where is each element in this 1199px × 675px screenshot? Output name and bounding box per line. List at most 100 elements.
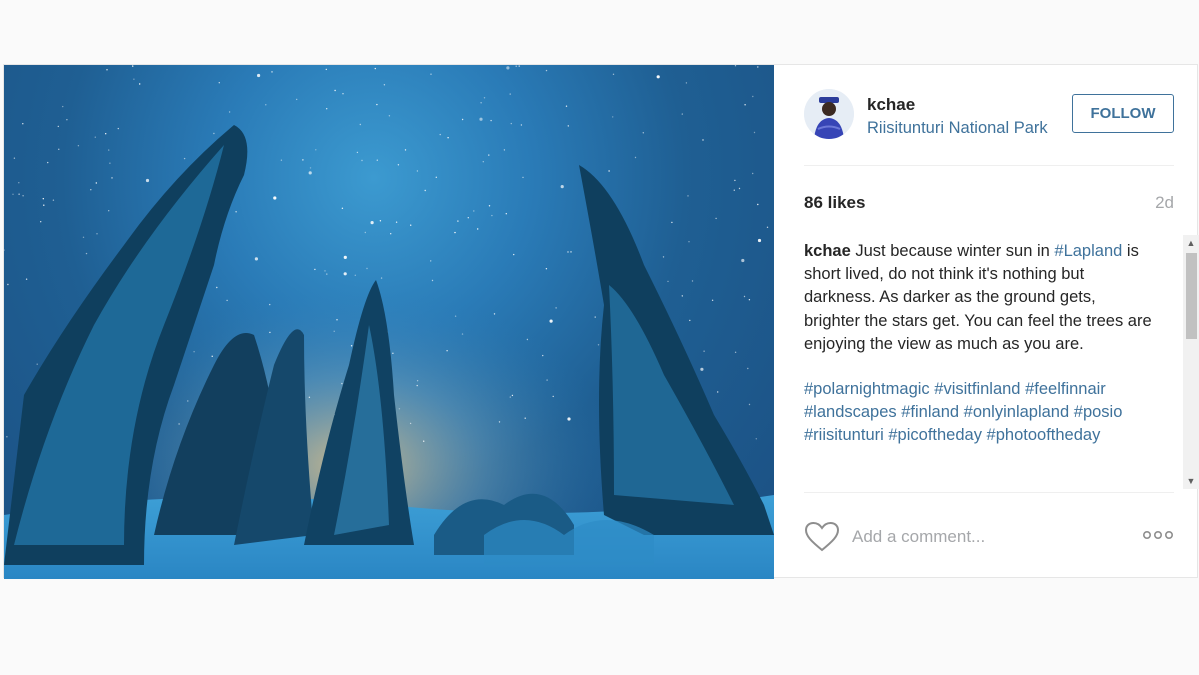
- star: [269, 303, 271, 306]
- star: [542, 354, 544, 357]
- star: [343, 255, 347, 259]
- star: [183, 157, 186, 160]
- post-card: kchae Riisitunturi National Park FOLLOW …: [3, 64, 1199, 579]
- star: [748, 299, 751, 301]
- star: [446, 350, 448, 352]
- hashtag-link[interactable]: #landscapes: [804, 403, 897, 421]
- avatar[interactable]: [804, 89, 854, 139]
- star: [18, 193, 20, 195]
- star: [216, 286, 218, 289]
- star: [597, 344, 600, 346]
- star: [477, 228, 479, 230]
- star: [685, 82, 688, 84]
- hashtag-list: #polarnightmagic #visitfinland #feelfinn…: [804, 378, 1154, 448]
- star: [257, 73, 261, 78]
- star: [336, 319, 338, 321]
- star: [416, 170, 419, 172]
- hashtag-link[interactable]: #visitfinland: [934, 380, 1020, 398]
- comment-input[interactable]: [852, 523, 1092, 551]
- star: [423, 440, 425, 442]
- star: [482, 161, 484, 163]
- more-options-icon[interactable]: [1142, 527, 1174, 543]
- star: [43, 204, 45, 206]
- star: [689, 319, 691, 322]
- caption-scrollbar[interactable]: ▲ ▼: [1183, 235, 1199, 489]
- scroll-up-arrow-icon[interactable]: ▲: [1183, 235, 1199, 251]
- star: [376, 159, 378, 161]
- hashtag-link[interactable]: #finland: [901, 403, 959, 421]
- star: [117, 127, 120, 130]
- star: [545, 268, 548, 270]
- star: [715, 217, 717, 220]
- hashtag-link[interactable]: #feelfinnair: [1025, 380, 1106, 398]
- star: [681, 295, 683, 297]
- caption-username[interactable]: kchae: [804, 242, 851, 260]
- star: [356, 151, 359, 154]
- hashtag-link[interactable]: #polarnightmagic: [804, 380, 930, 398]
- star: [493, 313, 496, 315]
- star: [211, 355, 213, 357]
- star: [691, 280, 694, 282]
- star: [105, 133, 107, 135]
- hashtag-link[interactable]: #photooftheday: [987, 426, 1101, 444]
- star: [473, 210, 475, 212]
- star: [85, 252, 88, 255]
- scroll-down-arrow-icon[interactable]: ▼: [1183, 473, 1199, 489]
- star: [254, 257, 258, 261]
- caption-text-before: Just because winter sun in: [850, 242, 1055, 260]
- star: [62, 105, 64, 108]
- star: [90, 189, 92, 191]
- star: [47, 161, 49, 164]
- hashtag-link[interactable]: #Lapland: [1054, 242, 1122, 260]
- star: [133, 78, 135, 80]
- star: [326, 108, 328, 110]
- scroll-thumb[interactable]: [1186, 253, 1197, 339]
- hashtag-link[interactable]: #picoftheday: [888, 426, 982, 444]
- star: [370, 221, 374, 225]
- star: [398, 408, 401, 410]
- star: [354, 274, 356, 276]
- star: [457, 220, 459, 222]
- star: [524, 417, 526, 419]
- likes-count[interactable]: 86 likes: [804, 193, 865, 213]
- star: [671, 221, 673, 224]
- follow-button[interactable]: FOLLOW: [1072, 94, 1174, 133]
- star: [757, 66, 759, 68]
- star: [325, 68, 327, 71]
- hashtag-link[interactable]: #riisitunturi: [804, 426, 884, 444]
- star: [560, 185, 564, 189]
- star: [94, 136, 97, 138]
- star: [308, 171, 312, 175]
- star: [634, 156, 637, 159]
- star: [341, 207, 344, 209]
- star: [546, 379, 548, 381]
- star: [108, 149, 110, 151]
- star: [747, 367, 749, 370]
- star: [265, 104, 267, 106]
- star: [269, 331, 271, 334]
- username-link[interactable]: kchae: [867, 95, 915, 115]
- star: [409, 422, 412, 425]
- heart-icon[interactable]: [804, 521, 840, 553]
- star: [743, 295, 746, 298]
- star: [717, 391, 719, 393]
- star: [703, 350, 705, 352]
- location-link[interactable]: Riisitunturi National Park: [867, 119, 1052, 138]
- star: [342, 93, 344, 95]
- star: [280, 159, 283, 161]
- star: [108, 210, 110, 212]
- star: [178, 423, 180, 425]
- star: [416, 384, 418, 387]
- star: [447, 137, 449, 139]
- star: [380, 277, 383, 279]
- star: [58, 148, 60, 150]
- post-photo[interactable]: [4, 65, 774, 579]
- star: [513, 253, 515, 256]
- star: [748, 403, 751, 406]
- post-age[interactable]: 2d: [1155, 193, 1174, 213]
- star: [467, 217, 469, 219]
- star: [522, 176, 524, 179]
- star: [734, 179, 736, 182]
- hashtag-link[interactable]: #onlyinlapland: [964, 403, 1070, 421]
- hashtag-link[interactable]: #posio: [1074, 403, 1123, 421]
